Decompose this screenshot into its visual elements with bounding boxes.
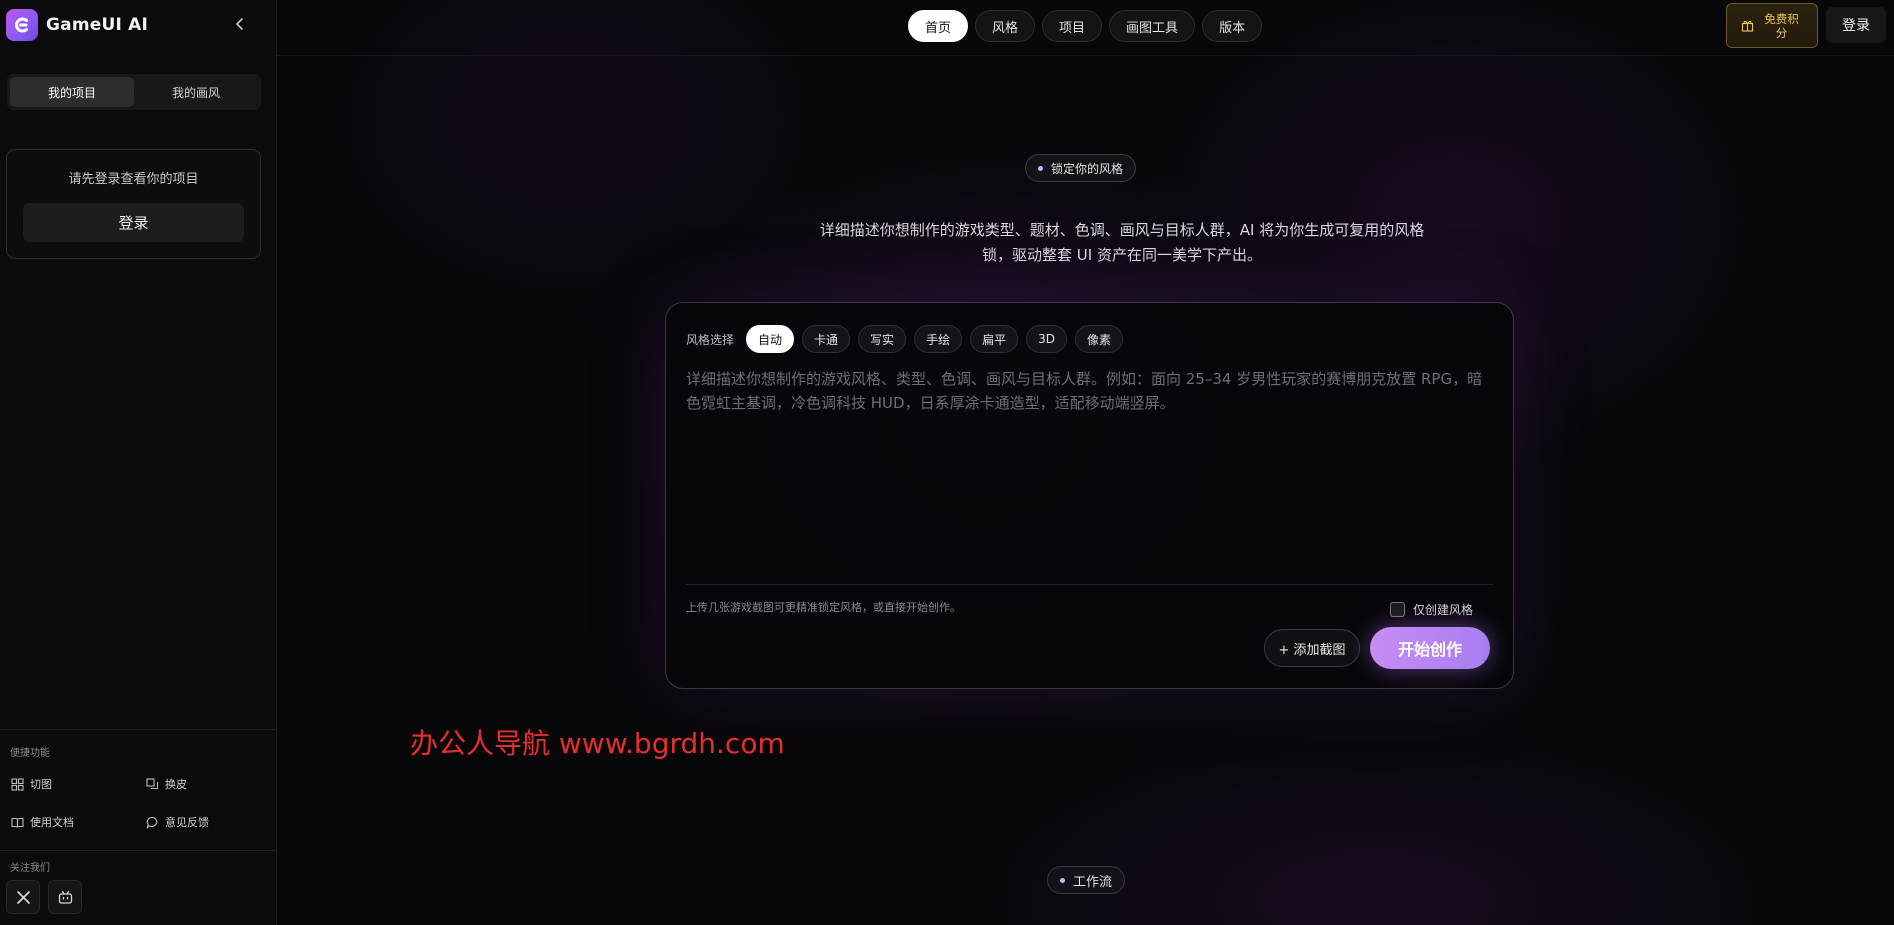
quick-item-docs[interactable]: 使用文档 (11, 814, 74, 830)
free-points-label: 免费积分 (1764, 11, 1799, 40)
workflow-badge-label: 工作流 (1073, 874, 1113, 890)
sidebar-login-button[interactable]: 登录 (23, 203, 244, 242)
quick-item-slice[interactable]: 切图 (11, 776, 52, 792)
style-selector-label: 风格选择 (686, 332, 735, 347)
top-nav: 首页 风格 项目 画图工具 版本 (908, 10, 1263, 42)
style-chip-3d[interactable]: 3D (1026, 325, 1067, 353)
book-icon (11, 817, 24, 828)
style-chip-pixel[interactable]: 像素 (1074, 325, 1123, 353)
lock-style-badge: 锁定你的风格 (1025, 154, 1137, 182)
follow-section-title: 关注我们 (10, 863, 50, 874)
quick-item-label: 切图 (30, 778, 52, 791)
brand-name: GameUI AI (46, 15, 148, 35)
start-creating-button[interactable]: 开始创作 (1370, 627, 1490, 669)
gift-icon (1741, 20, 1753, 32)
grid-icon (11, 777, 24, 791)
nav-projects[interactable]: 项目 (1042, 10, 1103, 42)
style-composer: 风格选择 自动 卡通 写实 手绘 扁平 3D 像素 上传几张游戏截图可更精准锁定… (665, 302, 1514, 689)
style-selector: 风格选择 自动 卡通 写实 手绘 扁平 3D 像素 (686, 325, 1131, 353)
nav-home[interactable]: 首页 (908, 10, 969, 42)
hero-description-line1: 详细描述你想制作的游戏类型、题材、色调、画风与目标人群，AI 将为你生成可复用的… (819, 221, 1425, 239)
main-content: 首页 风格 项目 画图工具 版本 免费积分 登录 锁定你的风格 详细描述你想制作… (277, 0, 1894, 925)
quick-item-feedback[interactable]: 意见反馈 (146, 814, 209, 830)
quick-item-label: 意见反馈 (165, 816, 209, 829)
sidebar: GameUI AI 我的项目 我的画风 请先登录查看你的项目 登录 便捷功能 切… (0, 0, 277, 925)
header-login-button[interactable]: 登录 (1826, 7, 1886, 43)
chat-bubble-icon (146, 816, 158, 829)
quick-section-title: 便捷功能 (10, 748, 50, 759)
workflow-badge[interactable]: 工作流 (1047, 866, 1126, 894)
badge-dot-icon (1038, 165, 1043, 171)
layers-icon (146, 777, 159, 789)
add-screenshot-button[interactable]: + 添加截图 (1264, 629, 1360, 667)
login-prompt-card: 请先登录查看你的项目 登录 (6, 149, 261, 259)
watermark-text: 办公人导航 www.bgrdh.com (410, 727, 785, 760)
tab-my-projects[interactable]: 我的项目 (10, 77, 134, 107)
brand-logo-icon (6, 9, 38, 41)
sidebar-divider (0, 729, 276, 730)
bilibili-icon (58, 890, 72, 904)
badge-dot-icon (1060, 877, 1065, 883)
topbar-divider (277, 55, 1894, 56)
hero-description: 详细描述你想制作的游戏类型、题材、色调、画风与目标人群，AI 将为你生成可复用的… (747, 218, 1497, 268)
collapse-sidebar-button[interactable] (229, 13, 251, 35)
quick-item-label: 使用文档 (30, 816, 74, 829)
only-create-style-toggle[interactable]: 仅创建风格 (1390, 601, 1473, 618)
nav-drawing-tools[interactable]: 画图工具 (1109, 10, 1196, 42)
app-root: GameUI AI 我的项目 我的画风 请先登录查看你的项目 登录 便捷功能 切… (0, 0, 1894, 925)
only-create-style-checkbox[interactable] (1390, 602, 1405, 617)
free-points-button[interactable]: 免费积分 (1726, 3, 1818, 48)
style-chip-auto[interactable]: 自动 (746, 325, 795, 353)
only-create-style-label: 仅创建风格 (1413, 603, 1474, 617)
x-icon (16, 890, 30, 904)
nav-versions[interactable]: 版本 (1202, 10, 1263, 42)
sidebar-divider (0, 850, 276, 851)
tab-my-styles[interactable]: 我的画风 (134, 77, 258, 107)
brand[interactable]: GameUI AI (6, 9, 148, 41)
project-tabs: 我的项目 我的画风 (7, 74, 261, 110)
style-chip-hand-drawn[interactable]: 手绘 (914, 325, 963, 353)
lock-style-badge-label: 锁定你的风格 (1051, 161, 1124, 176)
login-prompt-text: 请先登录查看你的项目 (68, 172, 199, 187)
social-bilibili-button[interactable] (48, 880, 82, 914)
style-chip-realistic[interactable]: 写实 (858, 325, 907, 353)
quick-item-reskin[interactable]: 换皮 (146, 776, 187, 792)
chevron-left-icon (236, 18, 243, 30)
social-x-button[interactable] (6, 880, 40, 914)
style-chip-cartoon[interactable]: 卡通 (802, 325, 851, 353)
quick-item-label: 换皮 (165, 778, 187, 791)
upload-hint: 上传几张游戏截图可更精准锁定风格，或直接开始创作。 (686, 601, 961, 614)
composer-divider (686, 584, 1493, 585)
style-prompt-input[interactable] (686, 367, 1494, 567)
style-chip-flat[interactable]: 扁平 (970, 325, 1019, 353)
hero-description-line2: 锁，驱动整套 UI 资产在同一美学下产出。 (982, 246, 1262, 264)
nav-style[interactable]: 风格 (975, 10, 1036, 42)
